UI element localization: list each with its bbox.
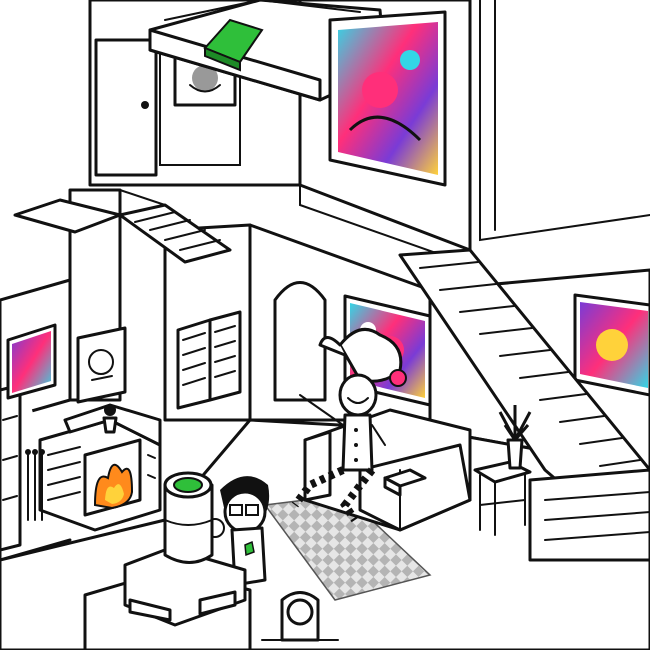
painting-icon[interactable] — [328, 10, 447, 187]
room-scene — [0, 0, 650, 650]
saloon-doors-icon[interactable] — [176, 310, 242, 410]
plant-icon[interactable] — [102, 404, 118, 434]
fire-tools-icon[interactable] — [25, 449, 45, 521]
fireplace-icon[interactable] — [38, 403, 162, 532]
portrait-icon[interactable] — [76, 326, 127, 404]
arch-doorway[interactable] — [273, 281, 327, 402]
mirror-icon[interactable] — [0, 383, 22, 552]
painting-icon[interactable] — [573, 293, 650, 397]
